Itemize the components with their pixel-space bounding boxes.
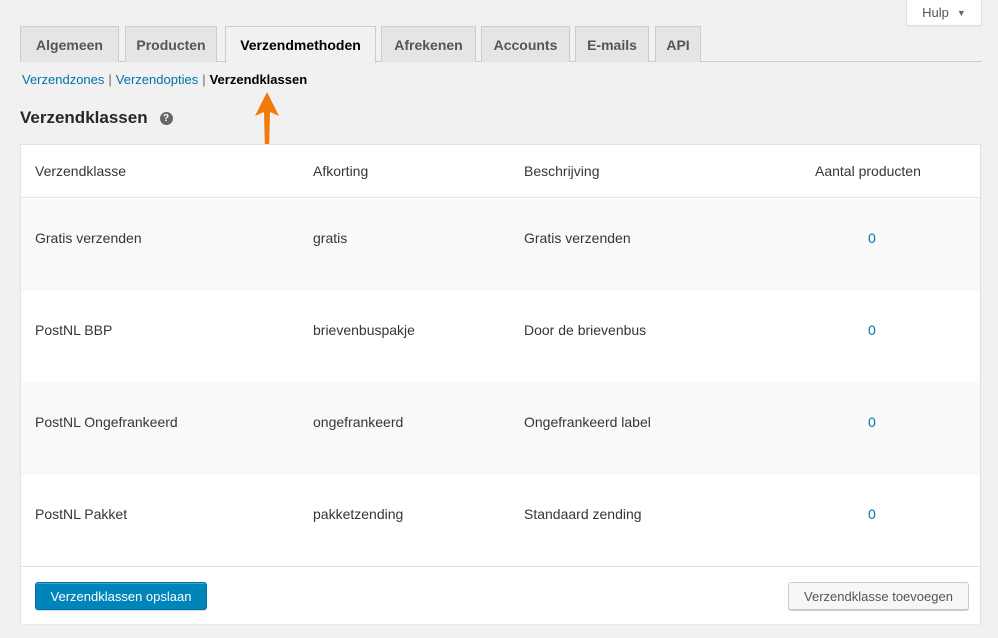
row-description: Ongefrankeerd label [524, 414, 651, 430]
row-slug: brievenbuspakje [313, 322, 415, 338]
caret-down-icon: ▼ [956, 7, 966, 18]
tab-emails[interactable]: E-mails [575, 26, 649, 62]
row-description: Gratis verzenden [524, 230, 631, 246]
page-title-text: Verzendklassen [20, 108, 148, 127]
help-button-label: Hulp [922, 5, 949, 20]
subnav-current-verzendklassen[interactable]: Verzendklassen [210, 72, 308, 87]
tab-label: Verzendmethoden [240, 37, 361, 53]
save-shipping-classes-button[interactable]: Verzendklassen opslaan [35, 582, 207, 610]
row-description: Door de brievenbus [524, 322, 647, 338]
subnav-separator: | [108, 72, 112, 87]
tab-producten[interactable]: Producten [125, 26, 217, 62]
subnav-link-verzendopties[interactable]: Verzendopties [116, 72, 198, 87]
row-slug: pakketzending [313, 506, 404, 522]
table-footer: Verzendklassen opslaan Verzendklasse toe… [21, 566, 980, 624]
add-shipping-class-button[interactable]: Verzendklasse toevoegen [788, 582, 969, 610]
table-row[interactable]: PostNL BBP brievenbuspakje Door de briev… [21, 291, 980, 383]
row-product-count-link[interactable]: 0 [868, 322, 876, 338]
column-header-description: Beschrijving [524, 163, 600, 179]
shipping-classes-table: Verzendklasse Afkorting Beschrijving Aan… [20, 144, 981, 624]
help-button[interactable]: Hulp ▼ [906, 0, 982, 26]
row-name: Gratis verzenden [35, 230, 142, 246]
tab-label: Afrekenen [394, 36, 463, 53]
tab-algemeen[interactable]: Algemeen [20, 26, 119, 62]
row-product-count-link[interactable]: 0 [868, 506, 876, 522]
tab-afrekenen[interactable]: Afrekenen [381, 26, 476, 62]
column-header-name: Verzendklasse [35, 163, 127, 179]
tab-api[interactable]: API [655, 26, 701, 62]
shipping-subnav: Verzendzones | Verzendopties | Verzendklasse… [22, 72, 307, 87]
row-slug: ongefrankeerd [313, 414, 404, 430]
table-row[interactable]: PostNL Ongefrankeerd ongefrankeerd Ongef… [21, 383, 980, 475]
tab-accounts[interactable]: Accounts [481, 26, 570, 62]
tab-label: E-mails [587, 36, 637, 53]
row-name: PostNL BBP [35, 322, 113, 338]
row-slug: gratis [313, 230, 348, 246]
row-name: PostNL Ongefrankeerd [35, 414, 178, 430]
row-name: PostNL Pakket [35, 506, 128, 522]
tab-label: Algemeen [36, 36, 103, 53]
subnav-separator: | [202, 72, 206, 87]
settings-tabs: Algemeen Producten Verzendmethoden Afrek… [20, 26, 982, 63]
column-header-slug: Afkorting [313, 163, 369, 179]
row-description: Standaard zending [524, 506, 642, 522]
table-row[interactable]: PostNL Pakket pakketzending Standaard ze… [21, 475, 980, 567]
table-header: Verzendklasse Afkorting Beschrijving Aan… [21, 145, 980, 198]
tab-verzendmethoden[interactable]: Verzendmethoden [225, 26, 376, 63]
row-product-count-link[interactable]: 0 [868, 230, 876, 246]
help-tip-icon[interactable]: ? [159, 111, 173, 125]
table-row[interactable]: Gratis verzenden gratis Gratis verzenden… [21, 199, 980, 291]
tab-label: API [666, 36, 690, 53]
row-product-count-link[interactable]: 0 [868, 414, 876, 430]
tab-label: Producten [136, 36, 206, 53]
subnav-link-verzendzones[interactable]: Verzendzones [22, 72, 104, 87]
tab-label: Accounts [493, 36, 558, 53]
page-title: Verzendklassen ? [20, 108, 173, 128]
column-header-count: Aantal producten [815, 163, 921, 179]
